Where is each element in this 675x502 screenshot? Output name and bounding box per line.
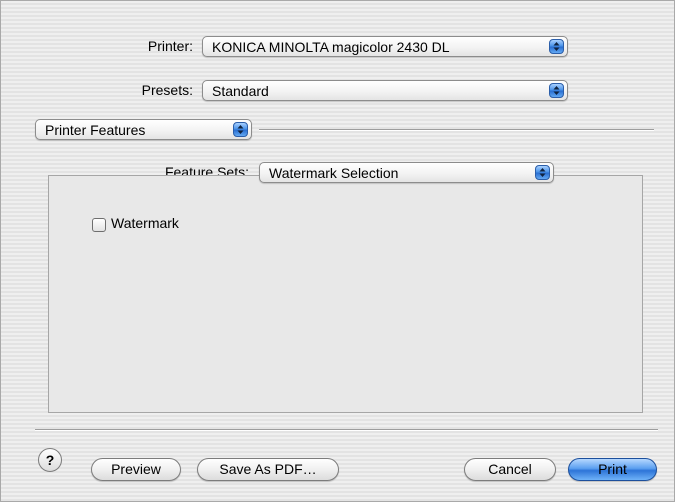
panel-selector-value: Printer Features [45, 122, 146, 138]
panel-separator [259, 129, 654, 131]
popup-arrows-icon [549, 83, 564, 98]
printer-value: KONICA MINOLTA magicolor 2430 DL [212, 39, 450, 55]
preview-button[interactable]: Preview [91, 458, 181, 481]
bottom-separator [35, 429, 658, 431]
feature-sets-value: Watermark Selection [269, 165, 399, 181]
watermark-label[interactable]: Watermark [111, 215, 179, 231]
save-as-pdf-button[interactable]: Save As PDF… [197, 458, 339, 481]
popup-arrows-icon [233, 122, 248, 137]
cancel-button[interactable]: Cancel [464, 458, 556, 481]
feature-sets-popup[interactable]: Watermark Selection [259, 162, 554, 183]
presets-value: Standard [212, 83, 269, 99]
feature-group-box: Watermark [48, 175, 643, 413]
print-button[interactable]: Print [568, 458, 657, 481]
watermark-checkbox[interactable] [92, 218, 106, 232]
printer-label: Printer: [147, 38, 193, 54]
printer-popup[interactable]: KONICA MINOLTA magicolor 2430 DL [202, 36, 568, 57]
popup-arrows-icon [535, 165, 550, 180]
panel-selector-popup[interactable]: Printer Features [35, 119, 252, 140]
popup-arrows-icon [549, 39, 564, 54]
presets-popup[interactable]: Standard [202, 80, 568, 101]
help-button[interactable]: ? [38, 448, 62, 472]
presets-label: Presets: [141, 82, 193, 98]
print-dialog: Printer: KONICA MINOLTA magicolor 2430 D… [0, 0, 675, 502]
